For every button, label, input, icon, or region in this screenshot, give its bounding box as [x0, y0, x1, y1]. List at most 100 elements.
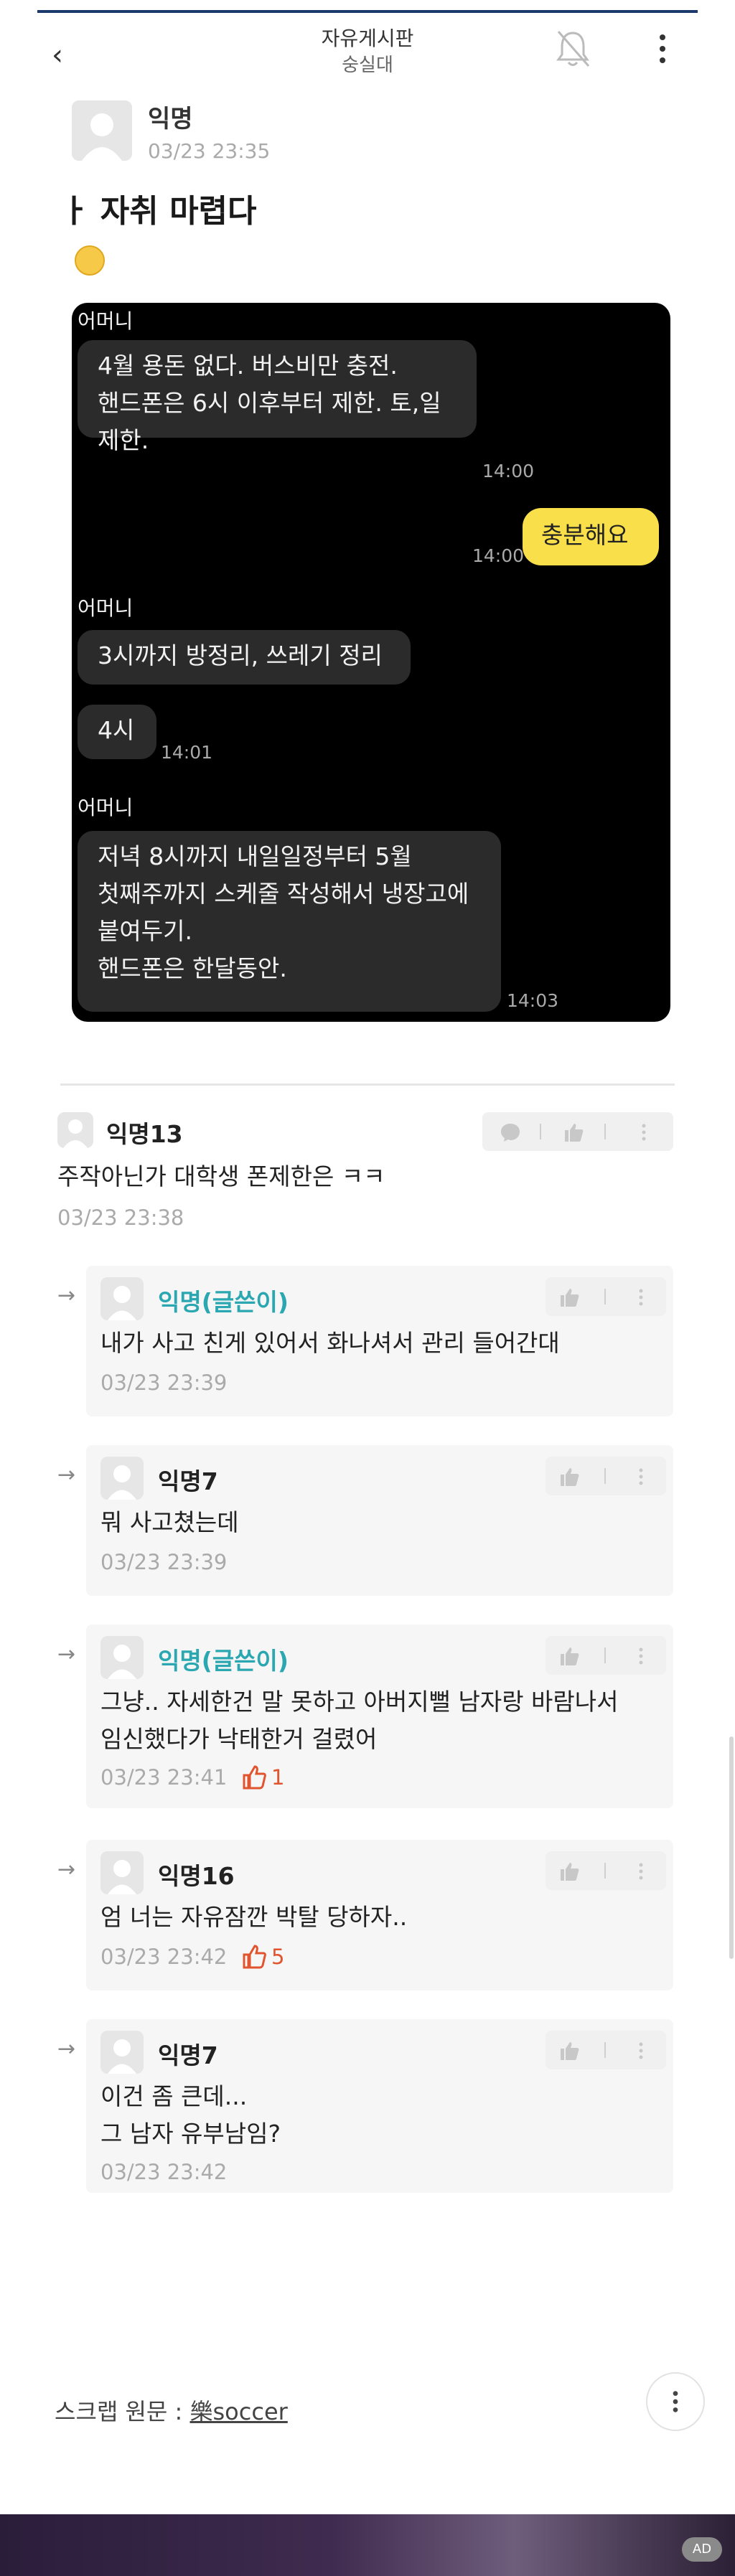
chat-bubble-me: 충분해요: [523, 508, 659, 565]
comment-avatar: [100, 1851, 144, 1894]
comment-more-icon[interactable]: [630, 2040, 652, 2062]
comment-text: 주작아닌가 대학생 폰제한은 ㅋㅋ: [57, 1162, 385, 1190]
chat-sender: 어머니: [78, 309, 134, 333]
comment-text: 내가 사고 친게 있어서 화나셔서 관리 들어간대: [100, 1329, 560, 1357]
comment-avatar: [100, 2031, 144, 2074]
comment-actions: [546, 1851, 666, 1890]
chat-line: 충분해요: [541, 521, 629, 549]
more-options-button[interactable]: [646, 2372, 705, 2431]
action-separator: [604, 1647, 606, 1663]
like-count: 1: [271, 1765, 285, 1790]
post-author-avatar: [72, 100, 132, 161]
comment-more-icon[interactable]: [630, 1466, 652, 1487]
comment-text: 엄 너는 자유잠깐 박탈 당하자..: [100, 1903, 408, 1931]
reply-arrow-icon: →: [57, 1283, 76, 1308]
chat-bubble: 3시까지 방정리, 쓰레기 정리: [78, 630, 411, 685]
chat-line: 4시: [98, 716, 135, 744]
like-icon[interactable]: [558, 1287, 580, 1308]
like-icon[interactable]: [558, 1466, 580, 1487]
action-separator: [604, 1124, 606, 1139]
comment-text: 임신했다가 낙태한거 걸렸어: [100, 1725, 378, 1753]
chat-line: 첫째주까지 스케줄 작성해서 냉장고에: [98, 880, 469, 908]
like-icon[interactable]: [563, 1122, 584, 1143]
reply-comment: 익명7 이건 좀 큰데... 그 남자 유부남임? 03/23 23:42: [86, 2019, 673, 2193]
action-separator: [604, 1468, 606, 1484]
chat-time: 14:00: [472, 545, 525, 566]
reply-comment: 익명16 엄 너는 자유잠깐 박탈 당하자.. 03/23 23:42 5: [86, 1840, 673, 1990]
ad-banner[interactable]: [0, 2514, 735, 2576]
comment-more-icon[interactable]: [630, 1861, 652, 1882]
reply-arrow-icon: →: [57, 1642, 76, 1667]
chat-time: 14:03: [507, 990, 559, 1011]
scrollbar[interactable]: [729, 1736, 734, 1959]
app-header: ‹ 자유게시판 숭실대: [0, 13, 735, 77]
chat-bubble: 4시: [78, 705, 156, 759]
chat-bubble: 4월 용돈 없다. 버스비만 충전. 핸드폰은 6시 이후부터 제한. 토,일 …: [78, 340, 477, 454]
like-icon[interactable]: [558, 1645, 580, 1667]
chat-line: 4월 용돈 없다. 버스비만 충전.: [98, 352, 398, 380]
comment-text: 그냥.. 자세한건 말 못하고 아버지뻘 남자랑 바람나서: [100, 1688, 619, 1716]
like-icon[interactable]: [558, 2040, 580, 2062]
more-options-icon[interactable]: [652, 29, 673, 69]
scrap-source-link[interactable]: 樂soccer: [190, 2398, 288, 2425]
like-count-icon: [243, 1945, 266, 1969]
like-count: 5: [271, 1945, 285, 1969]
board-title: 자유게시판: [321, 27, 414, 50]
chat-line: 제한.: [98, 426, 149, 454]
chat-line: 저녁 8시까지 내일일정부터 5월: [98, 842, 412, 870]
comment-time: 03/23 23:38: [57, 1205, 184, 1230]
like-icon[interactable]: [558, 1861, 580, 1882]
chat-line: 붙여두기.: [98, 917, 192, 945]
comment-more-icon[interactable]: [633, 1122, 655, 1143]
chat-sender: 어머니: [78, 596, 134, 620]
comment-actions: [546, 1277, 666, 1316]
scrap-label: 스크랩 원문 :: [55, 2398, 190, 2425]
more-options-icon: [673, 2391, 678, 2412]
ad-badge: AD: [682, 2537, 722, 2562]
comment-author: 익명7: [158, 2041, 218, 2069]
action-separator: [604, 2042, 606, 2058]
comment-author: 익명16: [158, 1862, 235, 1890]
comment-actions: [546, 1457, 666, 1495]
reply-arrow-icon: →: [57, 1857, 76, 1882]
like-count-icon: [243, 1765, 266, 1790]
comment-actions: [546, 2031, 666, 2069]
comment-more-icon[interactable]: [630, 1287, 652, 1308]
comment-text: 뭐 사고쳤는데: [100, 1508, 239, 1536]
reply-comment: 익명(글쓴이) 그냥.. 자세한건 말 못하고 아버지뻘 남자랑 바람나서 임신…: [86, 1625, 673, 1808]
action-separator: [604, 1863, 606, 1879]
comment-time: 03/23 23:39: [100, 1550, 228, 1574]
post-timestamp: 03/23 23:35: [148, 139, 271, 163]
notification-off-icon[interactable]: [553, 27, 593, 70]
reply-arrow-icon: →: [57, 2036, 76, 2062]
comment-text: 이건 좀 큰데...: [100, 2082, 248, 2110]
chat-time: 14:00: [482, 461, 535, 481]
comment-actions: [546, 1636, 666, 1675]
post-author-name: 익명: [148, 105, 193, 133]
comment-avatar: [57, 1112, 93, 1148]
comment-text: 그 남자 유부남임?: [100, 2120, 281, 2148]
reply-comment: 익명(글쓴이) 내가 사고 친게 있어서 화나셔서 관리 들어간대 03/23 …: [86, 1266, 673, 1416]
chat-sender: 어머니: [78, 796, 134, 819]
chat-bubble: 저녁 8시까지 내일일정부터 5월 첫째주까지 스케줄 작성해서 냉장고에 붙여…: [78, 831, 501, 1012]
comment-time: 03/23 23:42: [100, 2160, 228, 2184]
reply-comment: 익명7 뭐 사고쳤는데 03/23 23:39: [86, 1445, 673, 1596]
emoji-icon: [75, 245, 105, 276]
chat-line: 3시까지 방정리, 쓰레기 정리: [98, 641, 383, 669]
comment-actions: [482, 1112, 673, 1151]
chat-time: 14:01: [161, 742, 213, 763]
chat-line: 핸드폰은 6시 이후부터 제한. 토,일: [98, 389, 441, 417]
scrap-source: 스크랩 원문 : 樂soccer: [55, 2394, 288, 2427]
school-name: 숭실대: [342, 55, 393, 76]
comment-time: 03/23 23:42: [100, 1945, 228, 1969]
comment-author-writer: 익명(글쓴이): [158, 1647, 289, 1675]
comment-more-icon[interactable]: [630, 1645, 652, 1667]
chat-line: 핸드폰은 한달동안.: [98, 954, 287, 982]
comment-reply-icon[interactable]: [500, 1122, 521, 1143]
comment-author-writer: 익명(글쓴이): [158, 1288, 289, 1316]
comment-author: 익명7: [158, 1467, 218, 1495]
action-separator: [604, 1289, 606, 1305]
comment-avatar: [100, 1457, 144, 1500]
action-separator: [540, 1124, 541, 1139]
chat-screenshot: 어머니 4월 용돈 없다. 버스비만 충전. 핸드폰은 6시 이후부터 제한. …: [72, 303, 670, 1022]
